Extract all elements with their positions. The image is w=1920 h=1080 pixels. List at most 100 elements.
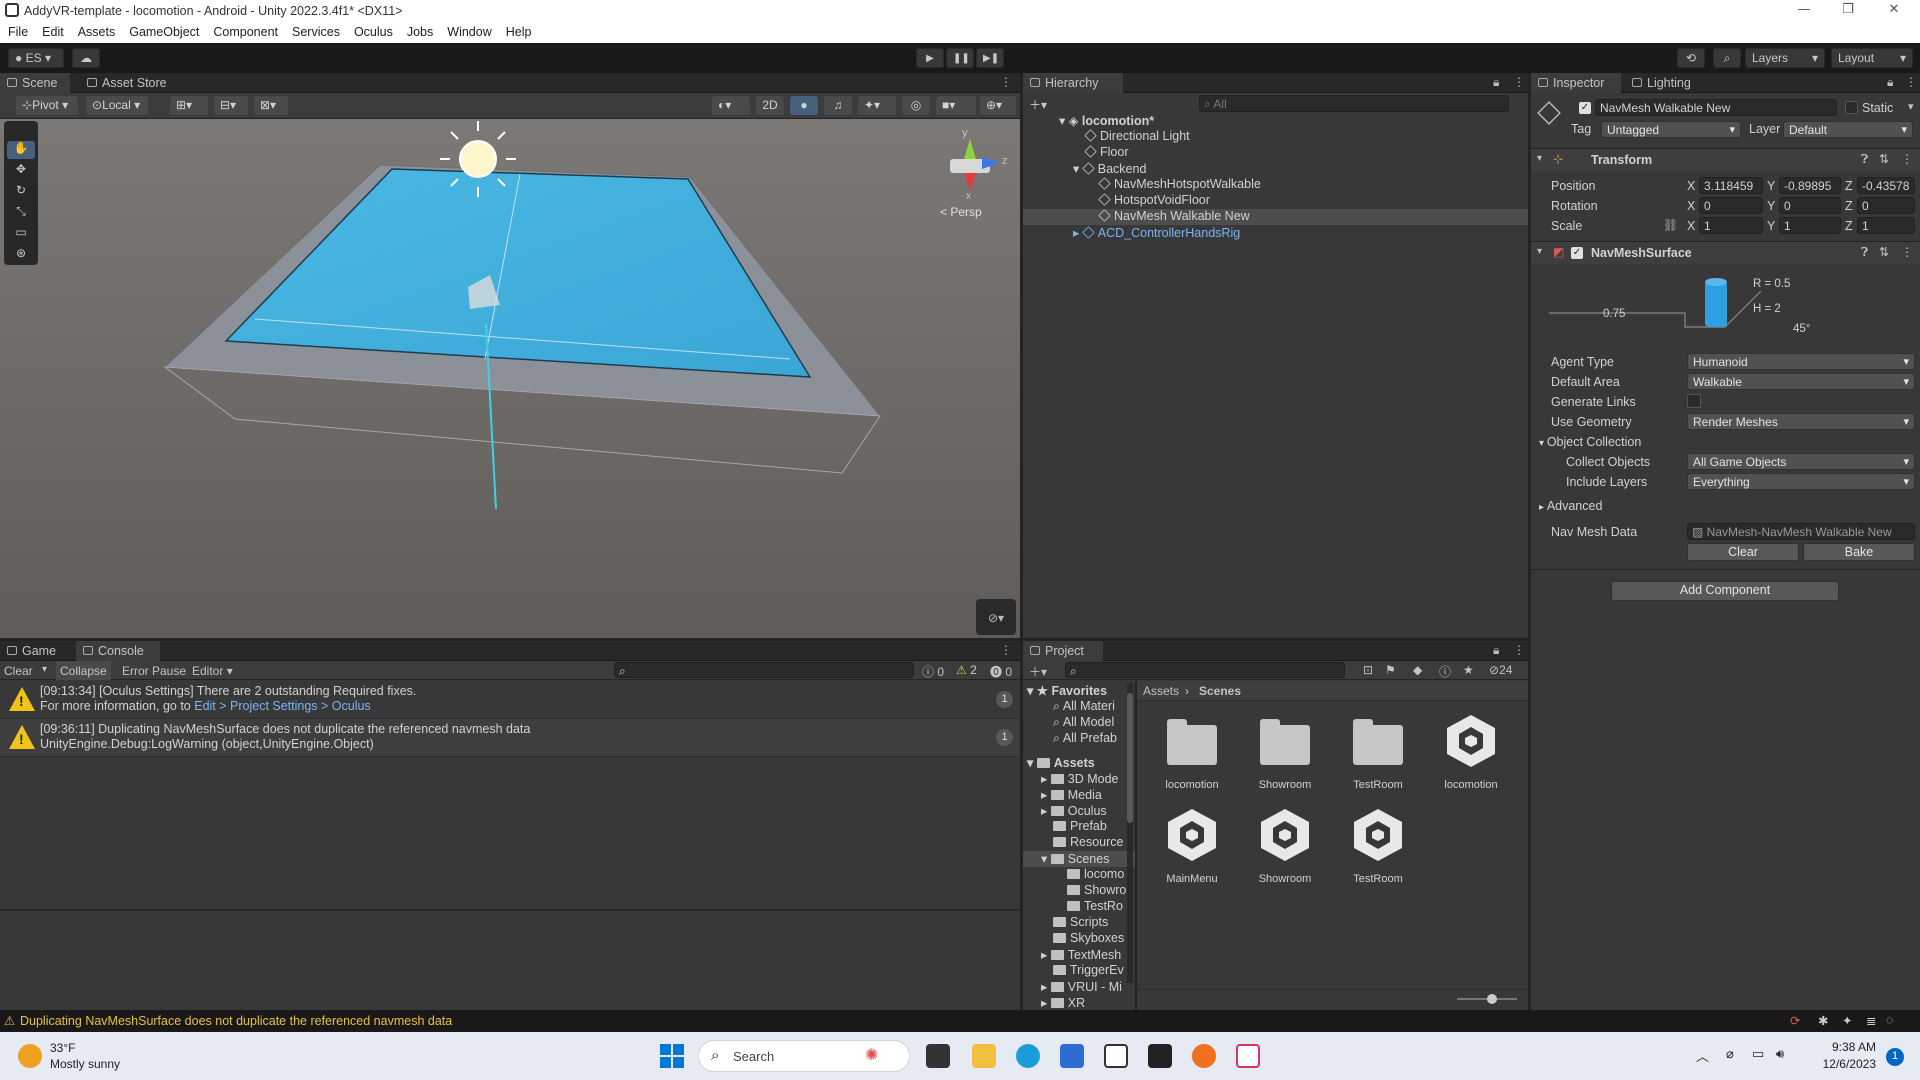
star-icon[interactable]: ★ (1463, 663, 1474, 677)
move-tool-icon[interactable]: ✥ (7, 162, 35, 180)
unity-editor-icon[interactable] (1148, 1044, 1172, 1068)
assets-foldout[interactable]: ▾ Assets (1027, 755, 1095, 771)
console-detail-splitter[interactable] (0, 909, 1020, 911)
navmesh-enabled-checkbox[interactable]: ✓ (1571, 247, 1583, 259)
asset-scene-tile[interactable]: MainMenu (1152, 807, 1232, 897)
scrollbar-thumb[interactable] (1127, 693, 1133, 823)
hierarchy-item[interactable]: Directional Light (1084, 129, 1190, 145)
create-button[interactable]: ＋▾ (1029, 96, 1057, 113)
asset-scene-tile[interactable]: locomotion (1431, 713, 1511, 803)
position-z-field[interactable]: -0.43578 (1857, 177, 1915, 194)
hierarchy-item-selected[interactable]: NavMesh Walkable New (1023, 209, 1528, 225)
help-icon[interactable]: ❓︎ (1861, 245, 1868, 260)
link-icon[interactable]: ⛓ (1663, 218, 1678, 232)
file-explorer-icon[interactable] (972, 1044, 996, 1068)
more-options-icon[interactable]: ⋮ (1901, 152, 1913, 166)
tab-project[interactable]: Project (1023, 641, 1103, 661)
menu-services[interactable]: Services (284, 22, 346, 39)
rotate-tool-icon[interactable]: ↻ (7, 183, 35, 201)
rect-tool-icon[interactable]: ▭ (7, 225, 35, 243)
info-filter-toggle[interactable]: ⓘ 0 (922, 663, 944, 680)
snipping-tool-icon[interactable] (1236, 1044, 1260, 1068)
menu-help[interactable]: Help (498, 22, 538, 39)
folder-item[interactable]: Showro (1067, 883, 1126, 899)
search-by-label-icon[interactable]: ⚑ (1385, 663, 1396, 677)
folder-item[interactable]: Prefab (1053, 819, 1107, 835)
chevron-up-icon[interactable]: ︿ (1696, 1046, 1709, 1065)
more-options-icon[interactable]: ⋮ (1513, 643, 1525, 657)
info-icon[interactable]: ⓘ (1439, 663, 1451, 680)
folder-item[interactable]: Scripts (1053, 915, 1108, 931)
audio-toggle-button[interactable]: ♫ (824, 96, 852, 115)
folder-item[interactable]: ▸ VRUI - Mi (1041, 979, 1122, 995)
tag-icon[interactable]: ◆ (1413, 663, 1422, 677)
diagnostics-icon[interactable]: ✦ (1842, 1013, 1852, 1028)
more-options-icon[interactable]: ⋮ (1905, 75, 1917, 89)
persp-label[interactable]: < Persp (940, 205, 982, 219)
folder-item[interactable]: ▸ Oculus (1041, 803, 1107, 819)
display-icon[interactable]: ▭ (1752, 1046, 1764, 1062)
windows-start-icon[interactable] (660, 1044, 684, 1068)
menu-jobs[interactable]: Jobs (399, 22, 439, 39)
layer-dropdown[interactable]: Default (1783, 121, 1913, 138)
error-filter-toggle[interactable]: ⓿ 0 (990, 663, 1012, 680)
progress-icon[interactable]: ◌ (1886, 1013, 1893, 1027)
collab-icon[interactable]: ⟳ (1790, 1013, 1800, 1028)
draw-mode-button[interactable]: ◐▾ (712, 96, 750, 115)
favorites-foldout[interactable]: ▾ ★ Favorites (1027, 683, 1107, 699)
separator[interactable] (1135, 681, 1137, 1010)
advanced-foldout[interactable]: ▸ Advanced (1539, 499, 1602, 513)
toggle-2d-button[interactable]: 2D (756, 96, 784, 115)
search-button[interactable]: ⌕ (1713, 48, 1741, 68)
ms-store-icon[interactable] (1060, 1044, 1084, 1068)
lighting-toggle-button[interactable]: ● (790, 96, 818, 115)
folder-item[interactable]: Skyboxes (1053, 931, 1124, 947)
asset-folder-tile[interactable]: Showroom (1245, 719, 1325, 809)
use-geometry-dropdown[interactable]: Render Meshes (1687, 413, 1915, 430)
tree-scrollbar[interactable] (1127, 683, 1133, 983)
transform-tool-icon[interactable]: ⊛ (7, 246, 35, 264)
pivot-dropdown[interactable]: ⊹Pivot ▾ (16, 96, 78, 115)
console-entry[interactable]: [09:13:34] [Oculus Settings] There are 2… (0, 681, 1020, 719)
menu-component[interactable]: Component (205, 22, 284, 39)
hierarchy-item-prefab[interactable]: ▸ ACD_ControllerHandsRig (1073, 225, 1240, 241)
chevron-down-icon[interactable]: ▾ (42, 664, 47, 675)
tab-asset-store[interactable]: Asset Store (80, 73, 180, 93)
close-button[interactable]: ✕ (1874, 2, 1914, 20)
folder-item[interactable]: TriggerEv (1053, 963, 1124, 979)
position-x-field[interactable]: 3.118459 (1699, 177, 1763, 194)
breadcrumb-scenes[interactable]: Scenes (1199, 684, 1241, 698)
menu-window[interactable]: Window (439, 22, 497, 39)
folder-item[interactable]: ▸ Media (1041, 787, 1102, 803)
tab-console[interactable]: Console (76, 641, 160, 661)
scene-visibility-button[interactable]: ◎ (902, 96, 930, 115)
folder-item[interactable]: ▸ 3D Mode (1041, 771, 1118, 787)
collapse-toggle[interactable]: Collapse (56, 661, 111, 680)
more-options-icon[interactable]: ⋮ (1513, 75, 1525, 89)
project-search-input[interactable]: ⌕ (1065, 662, 1345, 678)
navmesh-header[interactable]: ▾ ◩ ✓ NavMeshSurface ❓︎ ⇅ ⋮ (1531, 242, 1920, 264)
network-off-icon[interactable]: ⌀ (1726, 1046, 1734, 1062)
task-view-icon[interactable] (926, 1044, 950, 1068)
collect-objects-dropdown[interactable]: All Game Objects (1687, 453, 1915, 470)
favorite-item[interactable]: ⌕ All Materi (1053, 699, 1115, 715)
position-y-field[interactable]: -0.89895 (1779, 177, 1841, 194)
menu-edit[interactable]: Edit (34, 22, 70, 39)
agent-type-dropdown[interactable]: Humanoid (1687, 353, 1915, 370)
gizmos-button[interactable]: ⊕▾ (980, 96, 1016, 115)
folder-item[interactable]: ▸ XR (1041, 995, 1085, 1010)
warning-filter-toggle[interactable]: ⚠ 2 (956, 663, 977, 677)
notification-badge[interactable]: 1 (1886, 1048, 1904, 1066)
plus-icon[interactable]: ＋▾ (1029, 663, 1047, 680)
status-bar[interactable]: ⚠ Duplicating NavMeshSurface does not du… (0, 1010, 1920, 1032)
chevron-down-icon[interactable]: ▾ (1537, 246, 1542, 257)
asset-scene-tile[interactable]: TestRoom (1338, 807, 1418, 897)
hidden-packages-toggle[interactable]: ⊘24 (1489, 663, 1512, 677)
console-search-input[interactable]: ⌕ (614, 662, 914, 678)
tab-game[interactable]: Game (0, 641, 68, 661)
add-component-button[interactable]: Add Component (1611, 581, 1839, 601)
volume-icon[interactable]: 🔊︎ (1776, 1046, 1784, 1062)
x-axis-cone[interactable] (964, 173, 976, 191)
rotation-x-field[interactable]: 0 (1699, 197, 1763, 214)
unity-hub-icon[interactable] (1104, 1044, 1128, 1068)
